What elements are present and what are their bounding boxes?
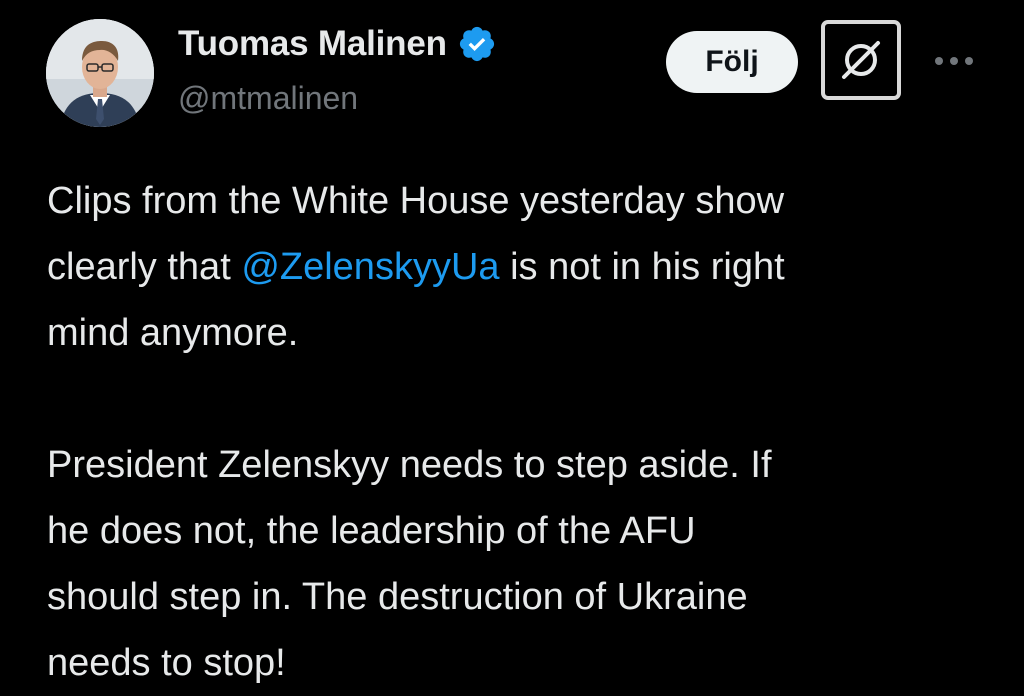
grok-button[interactable] (821, 20, 901, 100)
tweet-text-segment: clearly that (47, 246, 242, 288)
mention-link[interactable]: @ZelenskyyUa (241, 246, 499, 288)
more-options-icon (935, 57, 973, 65)
tweet-line: he does not, the leadership of the AFU (47, 510, 696, 552)
verified-badge-icon (459, 26, 494, 62)
tweet-line: mind anymore. (47, 312, 299, 354)
author-display-name[interactable]: Tuomas Malinen (178, 24, 447, 64)
tweet-line: clearly that @ZelenskyyUa is not in his … (47, 234, 987, 300)
author-handle[interactable]: @mtmalinen (178, 80, 358, 117)
more-options-button[interactable] (932, 46, 976, 76)
author-name-row[interactable]: Tuomas Malinen (178, 24, 497, 64)
avatar[interactable] (46, 19, 154, 127)
follow-button[interactable]: Följ (666, 31, 798, 93)
tweet-line: President Zelenskyy needs to step aside.… (47, 444, 772, 486)
tweet-line: Clips from the White House yesterday sho… (47, 180, 785, 222)
tweet-text-segment: is not in his right (499, 246, 785, 288)
grok-icon (842, 41, 880, 79)
tweet-line: needs to stop! (47, 642, 286, 684)
tweet-text: Clips from the White House yesterday sho… (47, 168, 987, 696)
tweet-line: should step in. The destruction of Ukrai… (47, 576, 748, 618)
